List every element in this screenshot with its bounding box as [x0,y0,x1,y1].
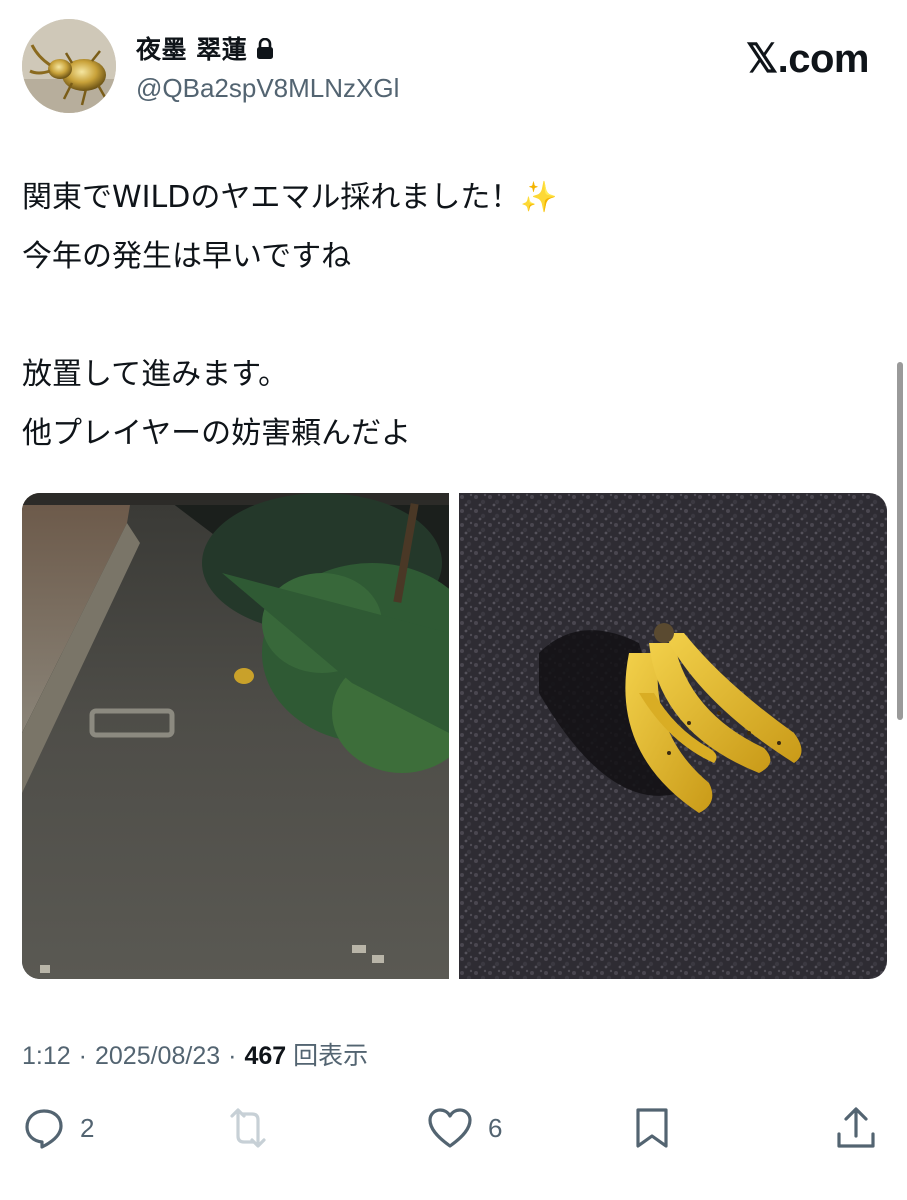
scrollbar-thumb[interactable] [897,362,903,720]
views-count: 467 [244,1042,287,1070]
author-avatar[interactable] [22,19,116,113]
tweet-text: 関東でWILDのヤエマル採れました！✨ 今年の発生は早いですね 放置して進みます… [22,180,558,451]
tweet-time[interactable]: 1:12 [22,1042,71,1071]
x-logo: 𝕏.com [745,37,870,81]
retweet-icon [230,1108,266,1148]
reply-button[interactable]: 2 [22,1104,94,1152]
meta-separator: · [228,1042,237,1070]
share-button[interactable] [834,1104,878,1152]
photo-2[interactable] [459,493,887,979]
views-label: 回表示 [293,1042,369,1070]
retweet-button[interactable] [224,1104,272,1152]
night-sidewalk-photo-with-banana [22,493,449,979]
reply-icon [25,1109,63,1149]
author-handle[interactable]: @QBa2spV8MLNzXGl [136,73,399,104]
banana-bunch-on-asphalt-photo [459,493,887,979]
like-count: 6 [488,1112,503,1143]
like-icon [428,1108,472,1148]
meta-separator: · [78,1042,87,1070]
lock-icon [255,37,275,59]
author-display-name[interactable]: 夜墨 翠蓮 [136,30,247,66]
photo-1[interactable] [22,493,449,979]
bookmark-button[interactable] [632,1104,672,1152]
golden-stag-beetle-avatar [22,19,116,113]
share-icon [837,1107,875,1148]
tweet-date[interactable]: 2025/08/23 [95,1042,220,1071]
tweet-meta: 1:12 · 2025/08/23 · 467 回表示 [22,1036,368,1072]
reply-count: 2 [80,1112,95,1143]
author-name-row[interactable]: 夜墨 翠蓮 [136,30,275,66]
bookmark-icon [636,1108,668,1148]
like-button[interactable]: 6 [426,1104,502,1152]
